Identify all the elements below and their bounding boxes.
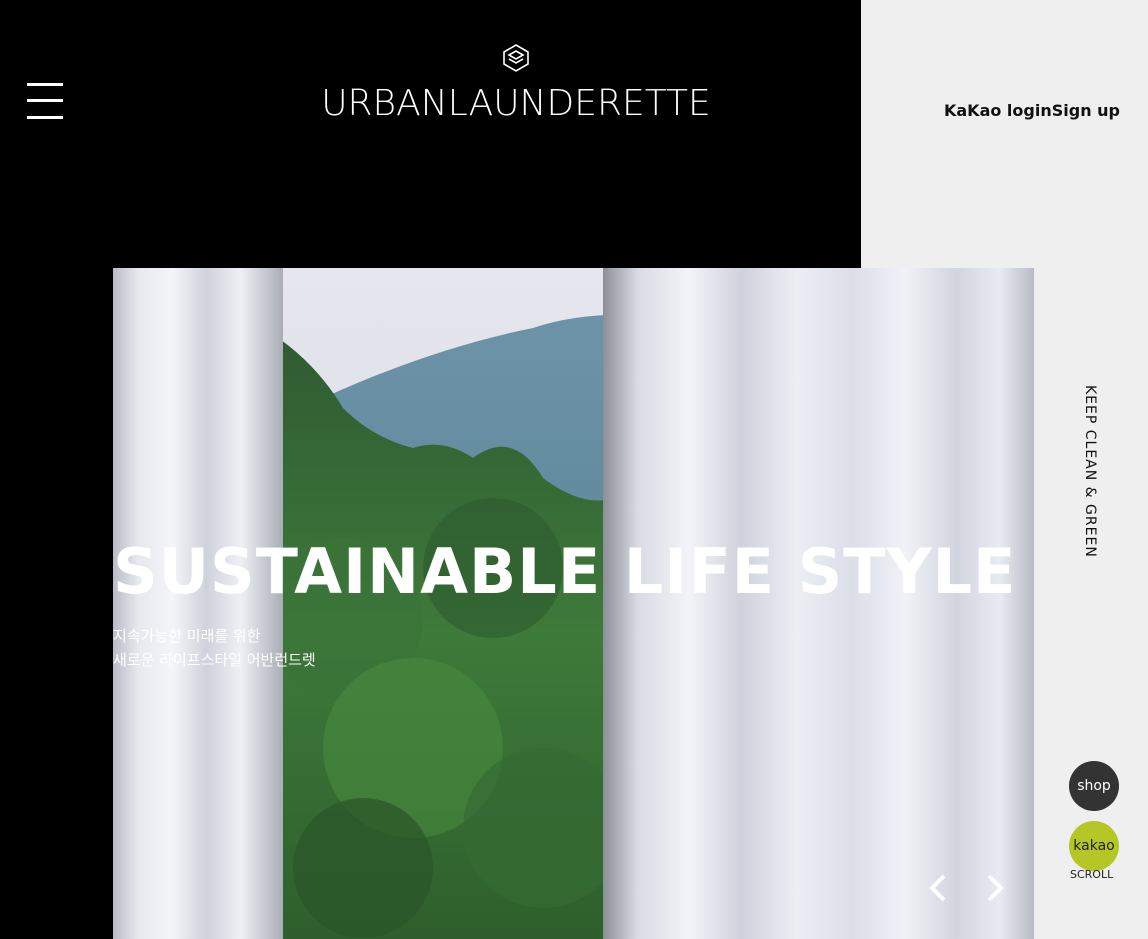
menu-bar — [27, 99, 63, 102]
slider-next-button[interactable] — [974, 868, 1014, 908]
chevron-left-icon — [929, 874, 946, 902]
slider-prev-button[interactable] — [919, 868, 959, 908]
kakao-login-link[interactable]: KaKao login — [944, 101, 1052, 120]
layered-diamond-logo-icon[interactable] — [502, 43, 530, 73]
sign-up-link[interactable]: Sign up — [1052, 101, 1120, 120]
chevron-right-icon — [987, 874, 1004, 902]
shop-button[interactable]: shop — [1069, 761, 1119, 811]
hero-subtitle-line: 새로운 라이프스타일 어반런드렛 — [113, 651, 316, 669]
auth-links: KaKao loginSign up — [944, 101, 1120, 120]
menu-bar — [27, 83, 63, 86]
menu-bar — [27, 116, 63, 119]
kakao-button[interactable]: kakao — [1069, 821, 1119, 871]
hamburger-menu-icon[interactable] — [27, 83, 63, 119]
scroll-label: SCROLL — [1070, 868, 1114, 881]
hero-slider: SUSTAINABLE LIFE STYLE 지속가능한 미래를 위한 새로운 … — [113, 268, 1034, 939]
hero-subtitle: 지속가능한 미래를 위한 새로운 라이프스타일 어반런드렛 — [113, 624, 316, 672]
side-tagline: KEEP CLEAN & GREEN — [1082, 385, 1098, 558]
brand-logo-text[interactable]: URBANLAUNDERETTE — [321, 84, 711, 124]
hero-subtitle-line: 지속가능한 미래를 위한 — [113, 627, 261, 645]
hero-title: SUSTAINABLE LIFE STYLE — [113, 535, 1017, 608]
